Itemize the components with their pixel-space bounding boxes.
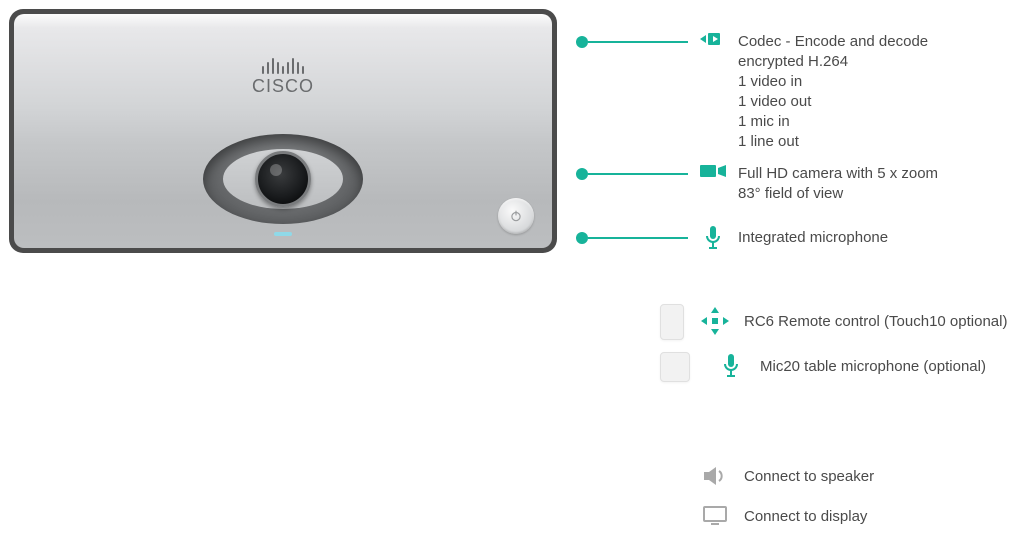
display-icon <box>700 506 730 526</box>
brand-logo-bars <box>252 56 314 74</box>
device-unit: CISCO <box>9 9 557 253</box>
dpad-icon <box>700 307 730 335</box>
codec-line1: Codec - Encode and decode <box>738 32 928 52</box>
microphone-icon <box>716 354 746 378</box>
row-tablemic: Mic20 table microphone (optional) <box>660 352 986 382</box>
camera-text: Full HD camera with 5 x zoom 83° field o… <box>738 164 938 204</box>
speaker-line1: Connect to speaker <box>744 468 874 486</box>
speaker-icon <box>700 466 730 486</box>
remote-line1: RC6 Remote control (Touch10 optional) <box>744 313 1007 331</box>
camera-line2: 83° field of view <box>738 184 938 204</box>
codec-text: Codec - Encode and decode encrypted H.26… <box>738 32 928 152</box>
camera-housing <box>203 134 363 224</box>
connector-line <box>576 36 688 48</box>
callout-mic: Integrated microphone <box>576 228 888 250</box>
camera-lens <box>255 151 311 207</box>
callout-codec: Codec - Encode and decode encrypted H.26… <box>576 32 928 152</box>
status-led <box>274 232 292 236</box>
tablemic-text: Mic20 table microphone (optional) <box>760 358 986 376</box>
codec-icon <box>698 30 728 48</box>
power-button[interactable] <box>498 198 534 234</box>
connector-line <box>576 168 688 180</box>
connector-line <box>576 232 688 244</box>
callout-camera: Full HD camera with 5 x zoom 83° field o… <box>576 164 938 204</box>
codec-line3: 1 video in <box>738 72 928 92</box>
row-speaker: Connect to speaker <box>700 468 874 486</box>
row-display: Connect to display <box>700 508 867 526</box>
tablemic-line1: Mic20 table microphone (optional) <box>760 358 986 376</box>
codec-line2: encrypted H.264 <box>738 52 928 72</box>
codec-line5: 1 mic in <box>738 112 928 132</box>
remote-text: RC6 Remote control (Touch10 optional) <box>744 313 1007 331</box>
mic-line1: Integrated microphone <box>738 228 888 248</box>
codec-line6: 1 line out <box>738 132 928 152</box>
camera-icon <box>698 162 728 180</box>
brand-logo: CISCO <box>252 56 314 97</box>
remote-product-icon <box>660 304 684 340</box>
display-line1: Connect to display <box>744 508 867 526</box>
mic-text: Integrated microphone <box>738 228 888 248</box>
camera-gap <box>223 149 343 209</box>
camera-line1: Full HD camera with 5 x zoom <box>738 164 938 184</box>
device-face: CISCO <box>14 14 552 248</box>
row-remote: RC6 Remote control (Touch10 optional) <box>660 304 1007 340</box>
brand-logo-text: CISCO <box>252 76 314 97</box>
tablemic-product-icon <box>660 352 690 382</box>
power-icon <box>509 209 523 223</box>
codec-line4: 1 video out <box>738 92 928 112</box>
display-text: Connect to display <box>744 508 867 526</box>
speaker-text: Connect to speaker <box>744 468 874 486</box>
microphone-icon <box>698 226 728 250</box>
